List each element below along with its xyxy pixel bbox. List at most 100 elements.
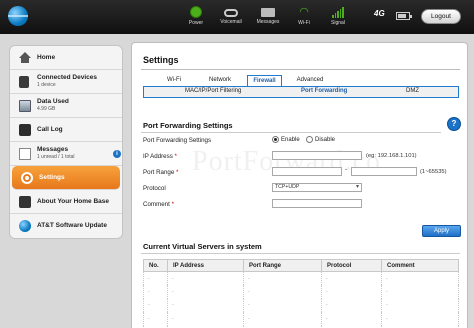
info-icon[interactable]: i	[113, 150, 121, 158]
sidebar-item-data-used[interactable]: Data Used 4.99 GB	[10, 94, 122, 118]
table-cell: -	[321, 298, 382, 312]
sidebar-item-software-update[interactable]: AT&T Software Update	[10, 214, 122, 238]
protocol-select[interactable]: TCP+UDP	[272, 183, 362, 192]
help-icon[interactable]: ?	[448, 118, 460, 130]
table-cell: -	[381, 271, 459, 285]
table-cell: -	[143, 271, 168, 285]
divider	[141, 69, 460, 70]
sidebar-item-sub: 1 unread / 1 total	[37, 154, 75, 160]
disable-radio-label[interactable]: Disable	[315, 137, 335, 143]
wifi-label: Wi-Fi	[298, 20, 310, 26]
logout-button[interactable]: Logout	[421, 9, 461, 24]
subtab-bar: MAC/IP/Port Filtering Port Forwarding DM…	[143, 86, 459, 98]
table-cell: -	[381, 312, 459, 326]
voicemail-icon	[224, 9, 238, 17]
ip-address-label: IP Address *	[143, 153, 177, 160]
settings-icon	[21, 171, 33, 184]
wifi-status: ◠ Wi-Fi	[287, 6, 321, 26]
power-status: Power	[179, 6, 213, 26]
sidebar-item-label: AT&T Software Update	[37, 222, 107, 229]
sidebar-item-home[interactable]: Home	[10, 46, 122, 70]
table-row: -----	[143, 271, 459, 285]
column-header-comment: Comment	[381, 259, 459, 272]
table-body: -------------------------	[143, 271, 459, 328]
table-row: -----	[143, 298, 459, 312]
virtual-servers-table: No. IP Address Port Range Protocol Comme…	[143, 259, 459, 328]
table-cell: -	[243, 298, 322, 312]
subtab-port-forwarding[interactable]: Port Forwarding	[301, 88, 347, 94]
sidebar-item-sub: 4.99 GB	[37, 106, 56, 112]
tab-wifi[interactable]: Wi-Fi	[163, 75, 185, 86]
device-icon	[19, 75, 29, 88]
table-cell: -	[167, 298, 244, 312]
table-cell: -	[321, 312, 382, 326]
table-cell: -	[243, 285, 322, 299]
sidebar-item-label: Data Used	[37, 98, 69, 105]
column-header-protocol: Protocol	[321, 259, 382, 272]
signal-status: Signal	[321, 6, 355, 26]
sidebar-item-messages[interactable]: Messages 1 unread / 1 total i	[10, 142, 122, 166]
table-cell: -	[381, 298, 459, 312]
battery-icon	[396, 12, 412, 20]
sidebar-item-label: Home	[37, 54, 56, 61]
voicemail-status[interactable]: Voicemail	[214, 6, 248, 25]
divider	[141, 253, 460, 254]
settings-panel: Settings Wi-Fi Network Firewall Advanced…	[131, 42, 468, 328]
sidebar-item-label: Connected Devices	[37, 74, 97, 81]
sidebar-item-label: Settings	[39, 174, 65, 181]
wifi-icon: ◠	[299, 6, 309, 18]
port-range-start-input[interactable]	[272, 167, 342, 176]
sidebar-item-label: About Your Home Base	[37, 198, 109, 205]
table-cell: -	[167, 285, 244, 299]
att-update-icon	[19, 220, 31, 232]
sidebar-item-sub: 1 device	[37, 82, 56, 88]
ip-address-hint: (eg: 192.168.1.101)	[366, 153, 417, 159]
table-cell: -	[143, 312, 168, 326]
subtab-mac-ip-port-filtering[interactable]: MAC/IP/Port Filtering	[185, 88, 241, 94]
tab-firewall[interactable]: Firewall	[247, 75, 282, 86]
table-row: -----	[143, 285, 459, 299]
signal-label: Signal	[331, 20, 345, 26]
power-icon	[190, 6, 202, 18]
comment-label: Comment *	[143, 201, 174, 208]
subtab-dmz[interactable]: DMZ	[406, 88, 419, 94]
sidebar-item-settings[interactable]: Settings	[12, 166, 120, 190]
home-base-icon	[19, 195, 31, 208]
table-row: -----	[143, 312, 459, 326]
page-title: Settings	[143, 55, 179, 65]
table-cell: -	[167, 312, 244, 326]
network-type-label: 4G	[374, 9, 385, 18]
envelope-icon	[261, 8, 275, 17]
tab-advanced[interactable]: Advanced	[290, 75, 330, 86]
disable-radio[interactable]	[306, 136, 313, 143]
sidebar-item-about-home-base[interactable]: About Your Home Base	[10, 190, 122, 214]
port-range-end-input[interactable]	[351, 167, 417, 176]
sidebar-item-call-log[interactable]: Call Log	[10, 118, 122, 142]
table-cell: -	[143, 285, 168, 299]
att-globe-icon[interactable]	[8, 6, 28, 26]
table-cell: -	[321, 285, 382, 299]
signal-bars-icon	[332, 6, 344, 18]
table-cell: -	[243, 312, 322, 326]
ip-address-input[interactable]	[272, 151, 362, 160]
tab-network[interactable]: Network	[205, 75, 235, 86]
table-cell: -	[243, 271, 322, 285]
range-separator: -	[345, 167, 347, 173]
divider	[141, 132, 441, 133]
sidebar-item-label: Messages	[37, 146, 69, 153]
enable-radio[interactable]	[272, 136, 279, 143]
column-header-no: No.	[143, 259, 168, 272]
voicemail-label: Voicemail	[220, 19, 242, 25]
table-header-row: No. IP Address Port Range Protocol Comme…	[143, 259, 459, 272]
messages-status[interactable]: Messages	[251, 6, 285, 25]
apply-button[interactable]: Apply	[422, 225, 461, 237]
enable-radio-label[interactable]: Enable	[281, 137, 300, 143]
section-title: Port Forwarding Settings	[143, 121, 233, 130]
column-header-port-range: Port Range	[243, 259, 322, 272]
sidebar-item-connected-devices[interactable]: Connected Devices 1 device	[10, 70, 122, 94]
sidebar: Home Connected Devices 1 device Data Use…	[9, 45, 123, 239]
comment-input[interactable]	[272, 199, 362, 208]
home-icon	[19, 52, 31, 64]
top-bar: Power Voicemail Messages ◠ Wi-Fi Signal …	[0, 0, 474, 34]
table-cell: -	[167, 271, 244, 285]
